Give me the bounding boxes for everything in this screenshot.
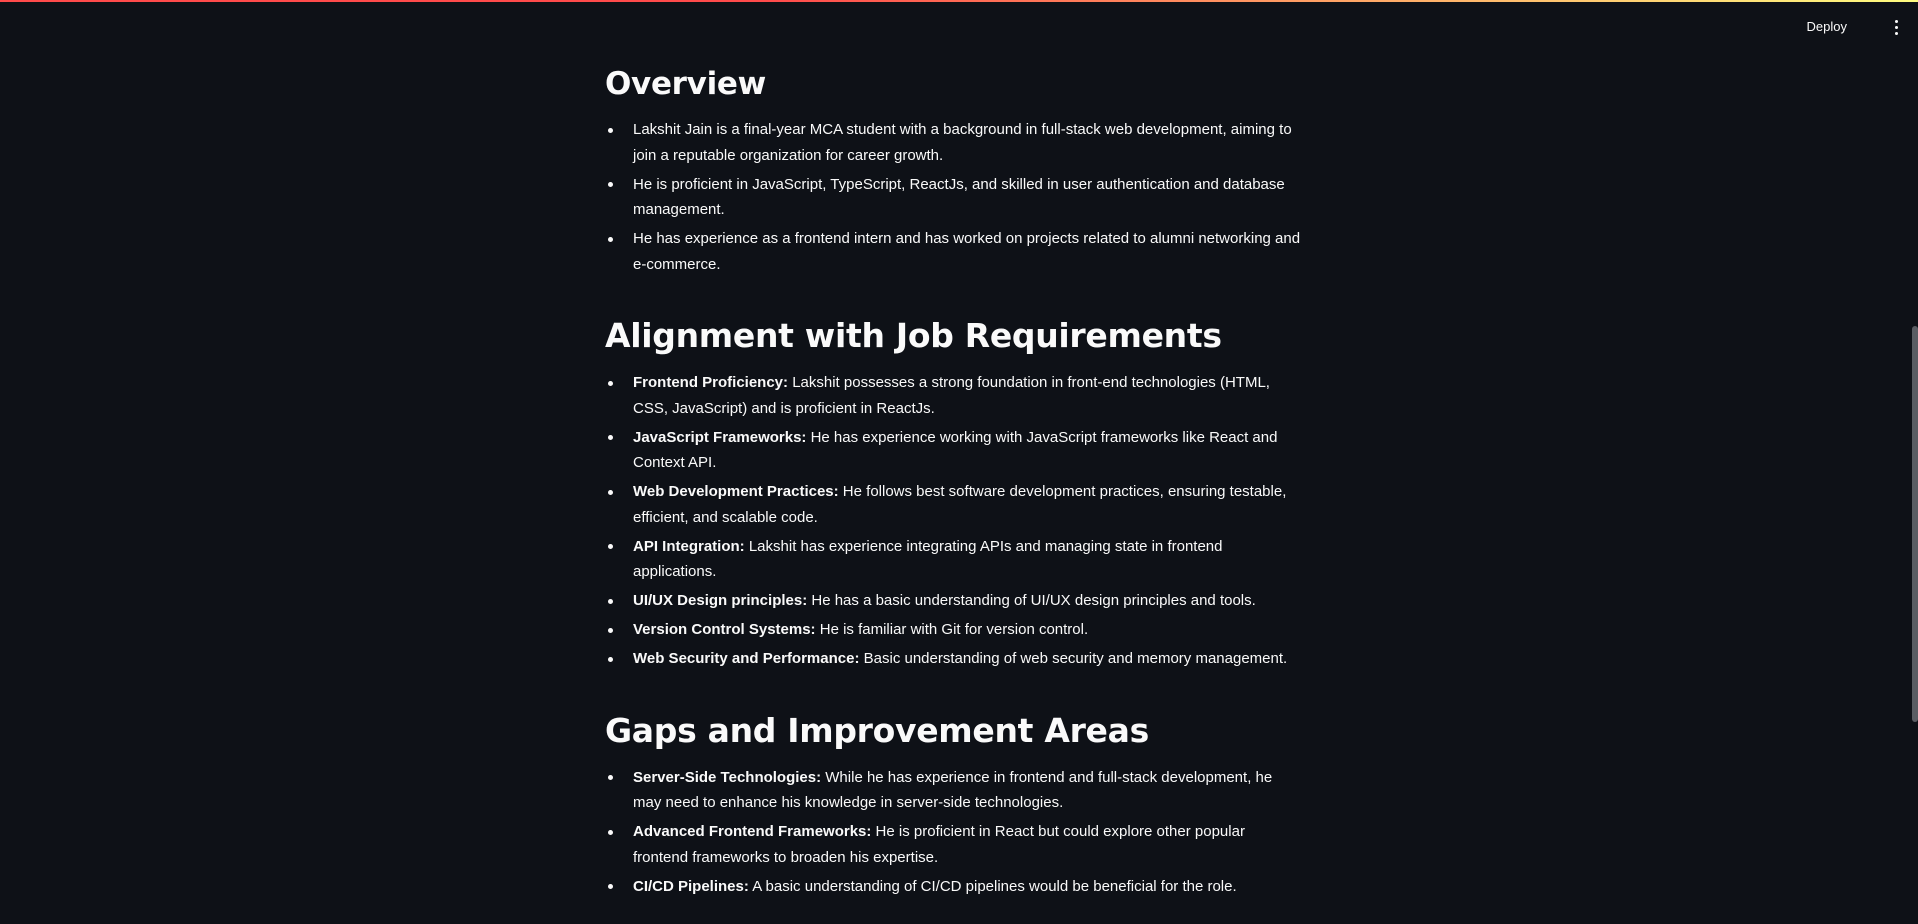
menu-dot [1894, 19, 1898, 23]
list-item: Frontend Proficiency: Lakshit possesses … [608, 370, 1309, 421]
alignment-list: Frontend Proficiency: Lakshit possesses … [605, 370, 1309, 672]
list-item-label: UI/UX Design principles: [633, 592, 808, 609]
list-item: UI/UX Design principles: He has a basic … [608, 588, 1309, 614]
list-item: CI/CD Pipelines: A basic understanding o… [608, 874, 1309, 900]
list-item-label: Frontend Proficiency: [633, 374, 789, 391]
menu-dot [1894, 25, 1898, 29]
list-item: Web Development Practices: He follows be… [608, 479, 1309, 530]
list-item-label: Server-Side Technologies: [633, 768, 822, 786]
list-item-text: He has experience as a frontend intern a… [633, 230, 1301, 273]
list-item: He is proficient in JavaScript, TypeScri… [608, 172, 1309, 223]
list-item-label: Web Security and Performance: [633, 650, 860, 667]
list-item: Server-Side Technologies: While he has e… [608, 765, 1309, 816]
list-item: Advanced Frontend Frameworks: He is prof… [608, 819, 1309, 870]
gaps-heading: Gaps and Improvement Areas [605, 710, 1149, 750]
list-item: Lakshit Jain is a final-year MCA student… [608, 117, 1309, 168]
alignment-section: Alignment with Job Requirements Frontend… [605, 301, 1309, 672]
main-content: Overview Lakshit Jain is a final-year MC… [605, 52, 1309, 903]
list-item-label: CI/CD Pipelines: [633, 877, 749, 895]
overview-section: Overview Lakshit Jain is a final-year MC… [605, 52, 1309, 277]
list-item-label: JavaScript Frameworks: [633, 428, 807, 446]
overview-list: Lakshit Jain is a final-year MCA student… [605, 117, 1309, 277]
list-item-text: Lakshit Jain is a final-year MCA student… [633, 121, 1292, 164]
gaps-section: Gaps and Improvement Areas Server-Side T… [605, 696, 1309, 900]
list-item-text: Basic understanding of web security and … [859, 650, 1288, 667]
list-item-label: API Integration: [633, 537, 745, 555]
list-item: Web Security and Performance: Basic unde… [608, 646, 1309, 672]
scrollbar-thumb[interactable] [1912, 326, 1918, 722]
alignment-heading: Alignment with Job Requirements [605, 316, 1222, 355]
list-item: JavaScript Frameworks: He has experience… [608, 425, 1309, 476]
gaps-list: Server-Side Technologies: While he has e… [605, 765, 1309, 900]
list-item-label: Advanced Frontend Frameworks: [633, 823, 872, 840]
app-header: Deploy [0, 2, 1918, 50]
menu-dot [1894, 31, 1898, 35]
more-vertical-icon[interactable] [1888, 16, 1904, 38]
list-item-text: He is proficient in JavaScript, TypeScri… [633, 175, 1285, 219]
overview-heading: Overview [605, 66, 766, 102]
list-item-text: A basic understanding of CI/CD pipelines… [748, 877, 1237, 895]
list-item: He has experience as a frontend intern a… [608, 226, 1309, 277]
list-item-label: Web Development Practices: [633, 483, 839, 500]
list-item: Version Control Systems: He is familiar … [608, 617, 1309, 643]
list-item: API Integration: Lakshit has experience … [608, 534, 1309, 585]
deploy-button[interactable]: Deploy [1801, 16, 1853, 38]
list-item-text: He has a basic understanding of UI/UX de… [807, 592, 1256, 609]
list-item-label: Version Control Systems: [633, 621, 816, 638]
list-item-text: He is familiar with Git for version cont… [815, 621, 1089, 638]
